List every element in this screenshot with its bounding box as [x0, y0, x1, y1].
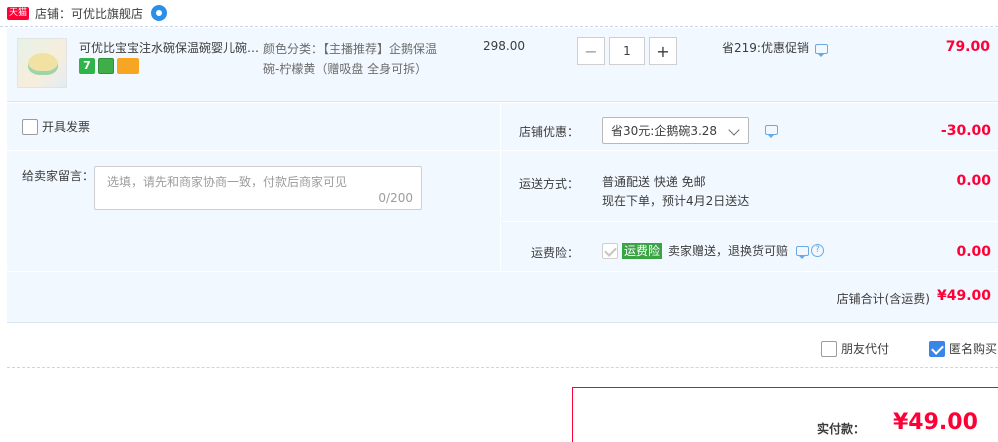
insurance-label: 运费险：	[530, 246, 579, 260]
wangwang-chat-icon[interactable]	[151, 5, 168, 21]
insurance-text: 卖家赠送，退换货可赔	[668, 244, 789, 258]
product-thumbnail[interactable]	[17, 38, 67, 88]
payment-options-row: 朋友代付 匿名购买	[7, 334, 998, 368]
friend-pay-label: 朋友代付	[841, 342, 890, 356]
sku-line-2: 碗-柠檬黄（赠吸盘 全身可拆）	[263, 62, 428, 76]
actual-pay-amount: ¥49.00	[893, 410, 978, 435]
divider	[502, 150, 998, 151]
guarantee-icon	[98, 58, 114, 74]
promo-detail-icon[interactable]	[814, 43, 828, 57]
insurance-checkbox	[602, 242, 618, 259]
left-options: 开具发票 给卖家留言： 选填，请先和商家协商一致，付款后商家可见 0/200	[7, 103, 501, 271]
tmall-badge: 天猫	[7, 6, 30, 20]
friend-pay-checkbox[interactable]	[821, 340, 837, 357]
divider	[502, 221, 998, 222]
subtotal-label: 店铺合计(含运费)	[836, 292, 930, 306]
qty-increase-button[interactable]: +	[649, 37, 677, 65]
insurance-option: 运费险 卖家赠送，退换货可赔 ?	[602, 242, 825, 259]
promotion-info: 省219:优惠促销	[722, 39, 828, 57]
qty-input[interactable]: 1	[609, 37, 645, 65]
seven-day-return-icon: 7	[79, 58, 95, 74]
divider	[7, 150, 501, 151]
insurance-chat-icon[interactable]	[796, 245, 810, 259]
quantity-stepper: − 1 +	[577, 37, 677, 65]
shop-coupon-value: 省30元:企鹅碗3.28	[611, 124, 718, 138]
shop-name-link[interactable]: 可优比旗舰店	[71, 5, 143, 22]
seller-note-textarea[interactable]: 选填，请先和商家协商一致，付款后商家可见 0/200	[94, 166, 422, 210]
actual-pay-label: 实付款：	[817, 422, 866, 436]
shipping-info: 普通配送 快递 免邮 现在下单，预计4月2日送达	[602, 173, 749, 211]
shipping-label: 运送方式：	[519, 177, 580, 191]
shop-subtotal-row: 店铺合计(含运费) ¥49.00	[7, 272, 998, 323]
seller-note-counter: 0/200	[378, 191, 413, 205]
seller-note-placeholder: 选填，请先和商家协商一致，付款后商家可见	[107, 175, 348, 189]
coupon-label: 店铺优惠：	[519, 125, 580, 139]
product-title-link[interactable]: 可优比宝宝注水碗保温碗婴儿碗…	[79, 39, 259, 56]
shop-coupon-select[interactable]: 省30元:企鹅碗3.28	[602, 117, 749, 144]
anonymous-buy-option[interactable]: 匿名购买	[929, 340, 997, 357]
anonymous-buy-checkbox[interactable]	[929, 340, 945, 357]
promotion-text: 省219:优惠促销	[722, 41, 809, 55]
shipping-amount: 0.00	[956, 173, 991, 189]
shop-header: 天猫 店铺： 可优比旗舰店	[0, 0, 998, 27]
payment-summary-box: 实付款： ¥49.00	[572, 387, 998, 442]
anonymous-buy-label: 匿名购买	[949, 342, 998, 356]
shipping-eta: 现在下单，预计4月2日送达	[602, 194, 750, 208]
invoice-option[interactable]: 开具发票	[22, 118, 90, 135]
item-total: 79.00	[945, 39, 990, 55]
coupon-detail-icon[interactable]	[765, 125, 778, 138]
unit-price: 298.00	[483, 39, 525, 53]
shop-label: 店铺：	[35, 6, 72, 21]
subtotal-value: ¥49.00	[936, 288, 991, 304]
chevron-down-icon	[728, 124, 740, 136]
friend-pay-option[interactable]: 朋友代付	[821, 340, 889, 357]
invoice-checkbox[interactable]	[22, 118, 38, 135]
insurance-tag: 运费险	[622, 242, 663, 259]
order-item-row: 可优比宝宝注水碗保温碗婴儿碗… 7 颜色分类：【主播推荐】企鹅保温 碗-柠檬黄（…	[7, 28, 998, 102]
service-tags: 7	[79, 58, 139, 74]
sku-info: 颜色分类：【主播推荐】企鹅保温 碗-柠檬黄（赠吸盘 全身可拆）	[263, 39, 453, 79]
seller-note-label: 给卖家留言：	[22, 169, 95, 183]
insurance-amount: 0.00	[956, 244, 991, 260]
sku-line-1: 颜色分类：【主播推荐】企鹅保温	[263, 42, 438, 56]
help-question-icon[interactable]: ?	[811, 244, 825, 257]
credit-card-icon	[117, 58, 139, 74]
qty-decrease-button[interactable]: −	[577, 37, 605, 65]
coupon-amount: -30.00	[940, 123, 991, 139]
invoice-label: 开具发票	[42, 120, 91, 134]
order-options-panel: 开具发票 给卖家留言： 选填，请先和商家协商一致，付款后商家可见 0/200 店…	[7, 103, 998, 323]
shipping-method: 普通配送 快递 免邮	[602, 175, 706, 189]
